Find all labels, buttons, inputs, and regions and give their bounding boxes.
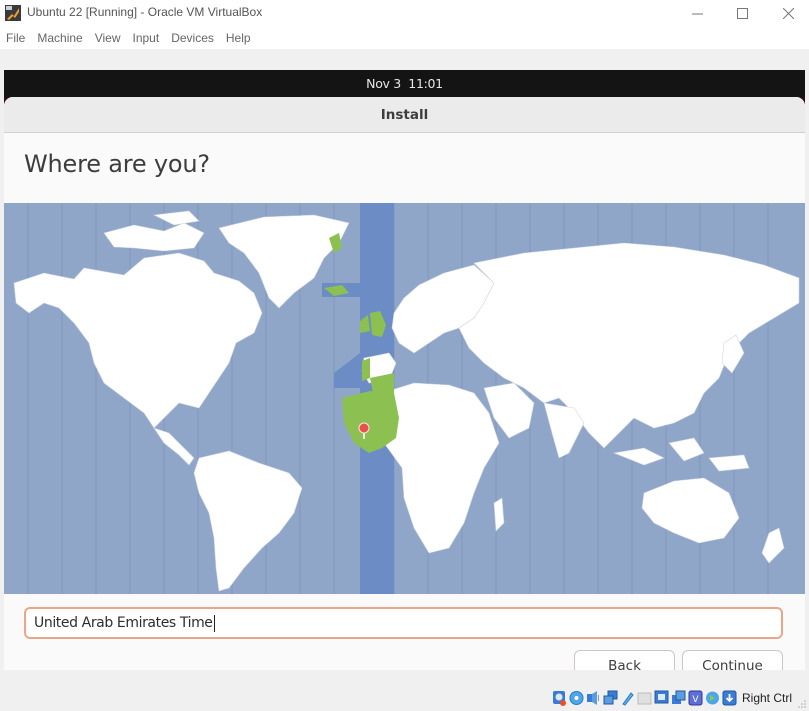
minimize-icon (691, 13, 703, 14)
maximize-button[interactable] (719, 0, 765, 26)
network-icon[interactable] (603, 690, 618, 706)
menu-view[interactable]: View (91, 31, 126, 45)
installer-headerbar: Install (4, 97, 805, 133)
audio-icon[interactable] (586, 690, 601, 706)
optical-disk-icon[interactable] (569, 690, 584, 706)
usb-icon[interactable] (620, 690, 635, 706)
close-button[interactable] (765, 0, 809, 26)
maximize-icon (736, 7, 748, 19)
close-icon (782, 7, 794, 19)
hard-disk-icon[interactable] (552, 690, 567, 706)
new-zealand (761, 527, 785, 564)
continue-button-label: Continue (702, 658, 763, 670)
virtualbox-app-icon (5, 5, 21, 21)
timezone-input[interactable]: United Arab Emirates Time (24, 607, 783, 639)
world-map-svg (13, 203, 800, 594)
land-masses (13, 210, 800, 592)
menu-file[interactable]: File (2, 31, 30, 45)
clock[interactable]: Nov 3 11:01 (366, 76, 443, 91)
host-key-label: Right Ctrl (741, 691, 792, 705)
guest-additions-icon[interactable] (705, 690, 720, 706)
text-caret (213, 614, 215, 632)
continue-button[interactable]: Continue (682, 650, 783, 670)
madagascar (493, 497, 505, 532)
band-extension-africa (334, 353, 360, 388)
menu-input[interactable]: Input (129, 31, 165, 45)
gnome-top-bar: Nov 3 11:01 (4, 70, 805, 97)
timezone-map[interactable] (4, 203, 805, 594)
timezone-input-value: United Arab Emirates Time (34, 615, 213, 631)
menu-bar: File Machine View Input Devices Help (0, 26, 809, 49)
mouse-integration-icon[interactable] (722, 690, 737, 706)
window-titlebar: Ubuntu 22 [Running] - Oracle VM VirtualB… (0, 0, 809, 26)
resize-grip-icon[interactable] (798, 700, 806, 708)
page-heading: Where are you? (24, 150, 210, 178)
south-america (193, 450, 303, 592)
cpu-virtualization-icon[interactable]: V (688, 690, 703, 706)
statusbar-icons: V Right Ctrl (552, 690, 792, 706)
installer-title: Install (380, 107, 429, 123)
back-button[interactable]: Back (574, 650, 675, 670)
svg-text:V: V (692, 695, 699, 705)
menu-machine[interactable]: Machine (33, 31, 87, 45)
display-icon[interactable] (654, 690, 669, 706)
menu-devices[interactable]: Devices (167, 31, 219, 45)
window-title: Ubuntu 22 [Running] - Oracle VM VirtualB… (27, 5, 263, 19)
back-button-label: Back (608, 658, 641, 670)
australia (641, 477, 740, 544)
central-america (153, 427, 195, 466)
video-capture-icon[interactable] (671, 690, 686, 706)
virtualbox-statusbar: V Right Ctrl (0, 670, 809, 711)
arctic-islands (103, 222, 205, 252)
minimize-button[interactable] (674, 0, 720, 26)
vm-display[interactable]: Nov 3 11:01 Install Where are you? Unite… (4, 70, 805, 670)
shared-folders-icon[interactable] (637, 690, 652, 706)
north-america (13, 252, 263, 429)
menu-help[interactable]: Help (222, 31, 256, 45)
installer-window: Install Where are you? United Arab Emira… (4, 97, 805, 670)
